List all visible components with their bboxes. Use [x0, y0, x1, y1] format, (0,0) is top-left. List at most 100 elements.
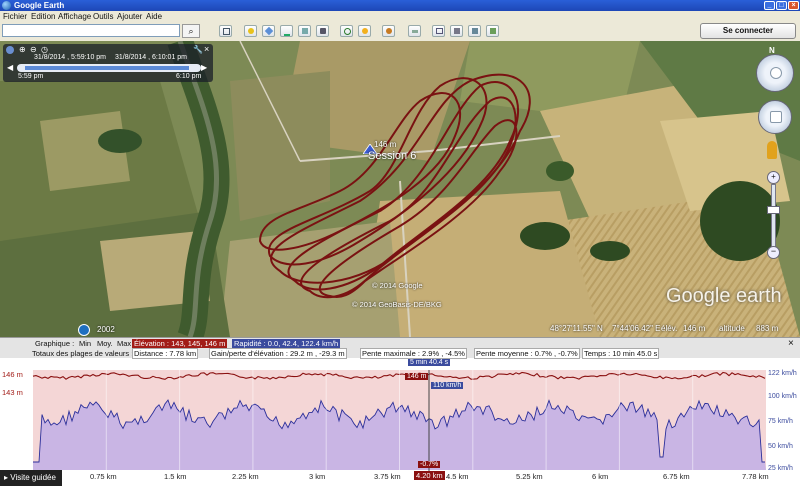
printer-icon [454, 28, 460, 34]
placemark-altitude: 146 m [374, 140, 397, 149]
move-joystick[interactable] [758, 100, 792, 134]
zoom-out-icon[interactable]: − [767, 246, 780, 259]
close-time-slider-icon[interactable]: × [204, 44, 209, 54]
play-back-icon[interactable]: ◀ [7, 63, 13, 72]
polygon-icon [264, 26, 274, 36]
toolbar: ⌕ Se connecter [0, 22, 800, 42]
ruler-button[interactable] [408, 25, 421, 37]
google-earth-app-icon [2, 1, 11, 10]
historical-imagery-button[interactable] [340, 25, 353, 37]
time-range-end: 31/8/2014 , 6:10:01 pm [115, 54, 187, 61]
time-end-label: 6:10 pm [176, 73, 202, 80]
zoom-in-time-icon[interactable]: ⊕ [19, 45, 26, 54]
sunlight-button[interactable] [358, 25, 371, 37]
cursor-distance: 4.20 km [414, 471, 445, 480]
altitude-label: altitude [719, 324, 745, 333]
search-button[interactable]: ⌕ [182, 24, 200, 38]
minimize-button[interactable]: _ [764, 1, 775, 10]
menu-outils[interactable]: Outils [93, 12, 113, 21]
time-start-label: 5:59 pm [18, 73, 44, 80]
play-icon[interactable]: ▶ [201, 63, 207, 72]
cursor-speed: 110 km/h [431, 382, 464, 389]
placemark-button[interactable] [244, 25, 257, 37]
maps-button[interactable] [486, 25, 499, 37]
x-tick: 4.5 km [446, 472, 469, 481]
sidebar-icon [223, 28, 230, 35]
title-bar: Google Earth _ □ × [0, 0, 800, 11]
tour-icon: ▸ [4, 473, 9, 482]
x-tick: 6 km [592, 472, 609, 481]
menu-aide[interactable]: Aide [146, 12, 162, 21]
cursor-time: 5 min 40.4 s [408, 359, 451, 366]
elevation-profile-panel: Graphique : Min Moy. Max Élévation : 143… [0, 337, 800, 486]
wrench-icon[interactable]: 🔧 [193, 45, 203, 54]
image-overlay-icon [302, 28, 308, 34]
pegman-icon[interactable] [767, 141, 777, 159]
look-joystick[interactable] [756, 54, 794, 92]
save-image-button[interactable] [468, 25, 481, 37]
clock-icon [344, 28, 351, 35]
path-icon [284, 28, 290, 36]
status-coordinates: 48°27'11.55" N 7°44'06.42" E élév. 146 m… [0, 324, 800, 336]
map-icon [490, 28, 496, 34]
copyright-google: © 2014 Google [372, 281, 423, 290]
menu-ajouter[interactable]: Ajouter [117, 12, 142, 21]
elevation-readout: 146 m [683, 324, 706, 333]
x-tick: 3 km [309, 472, 326, 481]
search-input[interactable] [2, 24, 180, 37]
latitude-readout: 48°27'11.55" N [550, 324, 603, 333]
x-tick: 3.75 km [374, 472, 401, 481]
altitude-readout: 883 m [756, 324, 779, 333]
longitude-readout: 7°44'06.42" E [612, 324, 661, 333]
elevation-label: élév. [661, 324, 678, 333]
placemark-label[interactable]: Session 6 [368, 150, 416, 162]
planet-icon [386, 28, 392, 34]
close-button[interactable]: × [788, 1, 799, 10]
menu-affichage[interactable]: Affichage [58, 12, 91, 21]
path-button[interactable] [280, 25, 293, 37]
x-tick: 6.75 km [663, 472, 690, 481]
x-tick: 1.5 km [164, 472, 187, 481]
menu-edition[interactable]: Edition [31, 12, 55, 21]
cursor-slope: -0.7% [418, 461, 441, 468]
eye-icon [770, 67, 782, 79]
save-image-icon [472, 28, 478, 34]
x-tick: 7.78 km [742, 472, 769, 481]
x-tick: 2.25 km [232, 472, 259, 481]
camera-icon [320, 28, 326, 34]
search-icon: ⌕ [188, 26, 194, 36]
cursor-elevation: 146 m [405, 373, 429, 380]
print-button[interactable] [450, 25, 463, 37]
menu-bar: Fichier Edition Affichage Outils Ajouter… [0, 11, 800, 22]
planets-button[interactable] [382, 25, 395, 37]
map-view[interactable]: 146 m Session 6 © 2014 Google © 2014 Geo… [0, 41, 800, 337]
zoom-in-icon[interactable]: + [767, 171, 780, 184]
image-overlay-button[interactable] [298, 25, 311, 37]
zoom-slider-track[interactable] [771, 184, 776, 248]
maximize-button[interactable]: □ [776, 1, 787, 10]
zoom-slider-thumb[interactable] [767, 206, 780, 214]
sidebar-toggle-button[interactable] [219, 25, 232, 37]
record-tour-button[interactable] [316, 25, 329, 37]
hand-icon [770, 111, 782, 123]
navigation-controls: N + − [752, 46, 796, 276]
polygon-button[interactable] [262, 25, 275, 37]
time-range-start: 31/8/2014 , 5:59:10 pm [34, 54, 106, 61]
guided-tour-button[interactable]: ▸ Visite guidée [0, 470, 62, 486]
sun-icon [362, 28, 368, 34]
ruler-icon [412, 30, 418, 33]
connect-button[interactable]: Se connecter [700, 23, 796, 39]
profile-chart[interactable] [0, 337, 800, 486]
time-slider-range[interactable] [25, 66, 189, 70]
clock-icon [6, 46, 14, 54]
guided-tour-label: Visite guidée [10, 473, 56, 482]
time-options-icon[interactable]: ◷ [41, 45, 48, 54]
menu-fichier[interactable]: Fichier [3, 12, 27, 21]
envelope-icon [436, 28, 443, 34]
pushpin-icon [248, 28, 254, 34]
zoom-out-time-icon[interactable]: ⊖ [30, 45, 37, 54]
google-earth-logo: Google earth [666, 285, 782, 307]
x-tick: 0.75 km [90, 472, 117, 481]
email-button[interactable] [432, 25, 445, 37]
x-tick: 5.25 km [516, 472, 543, 481]
